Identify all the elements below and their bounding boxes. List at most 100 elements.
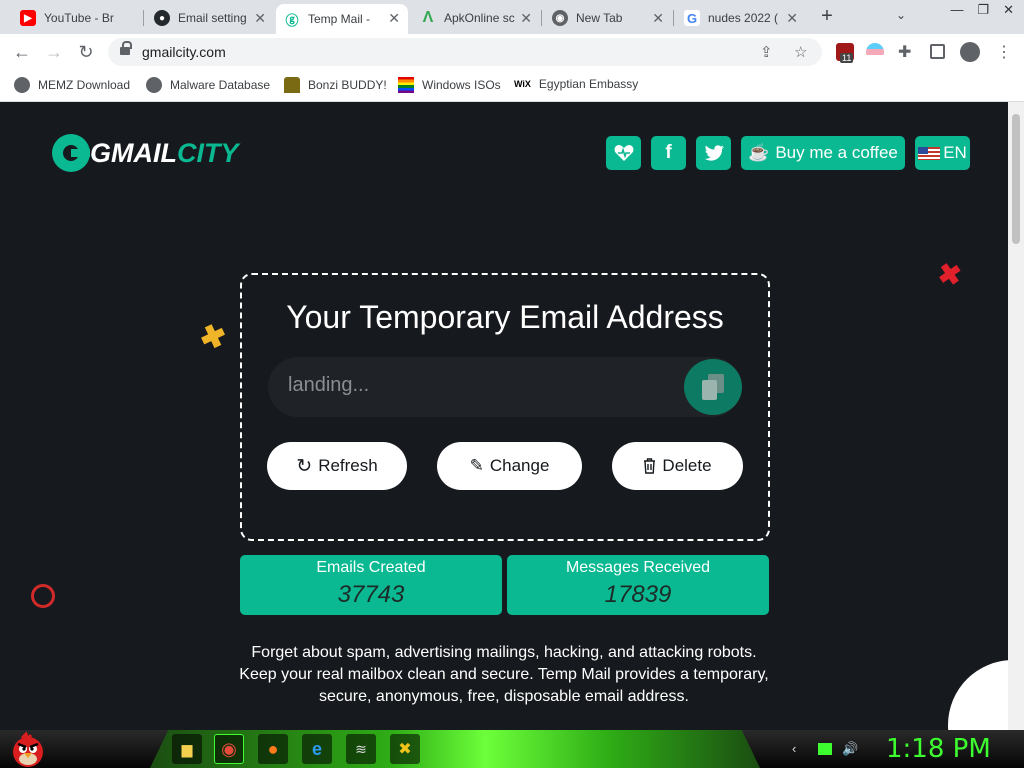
- chrome-icon: ◉: [552, 10, 568, 26]
- refresh-button[interactable]: ↻ Refresh: [267, 442, 407, 490]
- kebab-menu-icon[interactable]: ⋮: [996, 42, 1012, 62]
- extension-flag-icon[interactable]: [866, 43, 884, 61]
- close-tab-icon[interactable]: ✕: [520, 10, 532, 26]
- tray-monitor-icon[interactable]: [818, 743, 832, 755]
- app-taskbar-icon[interactable]: ≋: [346, 734, 376, 764]
- extension-ublock-icon[interactable]: 11: [836, 43, 854, 63]
- address-bar[interactable]: gmailcity.com ⇪ ☆: [108, 38, 822, 66]
- close-tab-icon[interactable]: ✕: [254, 10, 266, 26]
- red-cross-decoration: ✖: [935, 257, 964, 292]
- share-icon[interactable]: ⇪: [760, 43, 773, 61]
- bookmark-label: Malware Database: [170, 78, 271, 92]
- bookmark-malware-db[interactable]: Malware Database: [146, 77, 270, 93]
- close-tab-icon[interactable]: ✕: [388, 10, 400, 26]
- extensions-puzzle-icon[interactable]: ✚: [898, 42, 911, 62]
- stat-value: 37743: [337, 581, 405, 608]
- side-panel-icon[interactable]: [930, 44, 945, 59]
- profile-avatar-icon[interactable]: [960, 42, 980, 62]
- bookmark-label: MEMZ Download: [38, 78, 131, 92]
- reload-icon[interactable]: ↻: [74, 40, 98, 64]
- heart-icon: [614, 145, 633, 161]
- url-text[interactable]: gmailcity.com: [142, 44, 226, 60]
- buy-me-a-coffee-label: Buy me a coffee: [775, 143, 898, 162]
- bookmark-star-icon[interactable]: ☆: [794, 43, 807, 61]
- logo-g-icon: [52, 134, 90, 172]
- messages-received-stat: Messages Received 17839: [507, 555, 769, 615]
- start-button[interactable]: [8, 730, 48, 768]
- stat-value: 17839: [604, 581, 672, 608]
- tab-google-search[interactable]: G nudes 2022 ( ✕: [676, 4, 806, 32]
- chrome-taskbar-icon[interactable]: ◉: [214, 734, 244, 764]
- new-tab-button[interactable]: +: [816, 6, 838, 28]
- page-scrollbar[interactable]: [1008, 102, 1024, 730]
- tab-separator: [673, 10, 674, 26]
- change-button[interactable]: ✎ Change: [437, 442, 582, 490]
- tab-youtube[interactable]: ▶ YouTube - Br: [12, 4, 142, 32]
- pencil-icon: ✎: [469, 456, 484, 475]
- page-corner-decoration: [948, 660, 1008, 730]
- bookmark-windows-isos[interactable]: Windows ISOs: [398, 77, 501, 93]
- us-flag-icon: [918, 146, 941, 160]
- xbox-taskbar-icon[interactable]: ✖: [390, 734, 420, 764]
- gmailcity-icon: ⓖ: [284, 11, 300, 28]
- close-tab-icon[interactable]: ✕: [652, 10, 664, 26]
- twitter-icon: [704, 145, 724, 161]
- angry-bird-icon: [13, 731, 43, 767]
- delete-button[interactable]: Delete: [612, 442, 743, 490]
- apkonline-icon: Λ: [422, 9, 434, 26]
- bookmark-egyptian-embassy[interactable]: WiX Egyptian Embassy: [514, 77, 638, 91]
- google-icon: G: [684, 10, 700, 26]
- window-controls: — ❐ ✕: [950, 2, 1014, 18]
- logo-text-main: GMAIL: [90, 137, 177, 168]
- bookmarks-bar: MEMZ Download Malware Database Bonzi BUD…: [0, 70, 1024, 102]
- copy-email-button[interactable]: [684, 359, 742, 415]
- scrollbar-thumb[interactable]: [1012, 114, 1020, 244]
- minimize-icon[interactable]: —: [950, 2, 963, 18]
- twitter-button[interactable]: [696, 136, 731, 170]
- volume-icon[interactable]: 🔊: [842, 741, 858, 757]
- web-page: GMAILCITY f ☕ Buy me a coffee EN ✖ ✖ You…: [0, 102, 1008, 730]
- tab-search-chevron-icon[interactable]: ⌄: [896, 8, 906, 22]
- tab-title: New Tab: [576, 11, 623, 25]
- donate-heart-button[interactable]: [606, 136, 641, 170]
- change-label: Change: [489, 456, 550, 475]
- taskbar: ▆ ◉ ● e ≋ ✖ ‹ 🔊 1:18 PM: [0, 730, 1024, 768]
- temp-email-field[interactable]: landing...: [268, 357, 742, 417]
- tab-temp-mail[interactable]: ⓖ Temp Mail - ✕: [276, 4, 408, 34]
- tab-strip: ▶ YouTube - Br ● Email setting ✕ ⓖ Temp …: [0, 0, 1024, 34]
- buy-me-a-coffee-button[interactable]: ☕ Buy me a coffee: [741, 136, 905, 170]
- trash-icon: [644, 458, 656, 474]
- firefox-taskbar-icon[interactable]: ●: [258, 734, 288, 764]
- tab-title: ApkOnline sc: [444, 11, 515, 25]
- extension-badge: 11: [840, 53, 854, 63]
- bookmark-bonzi[interactable]: Bonzi BUDDY!: [284, 77, 387, 93]
- language-selector[interactable]: EN: [915, 136, 970, 170]
- back-arrow-icon[interactable]: ←: [10, 40, 34, 64]
- tab-apkonline[interactable]: Λ ApkOnline sc ✕: [412, 4, 540, 32]
- site-description: Forget about spam, advertising mailings,…: [239, 644, 769, 705]
- restore-icon[interactable]: ❐: [977, 2, 989, 18]
- tab-email-settings[interactable]: ● Email setting ✕: [146, 4, 274, 32]
- copy-icon: [702, 374, 724, 400]
- lock-icon[interactable]: [120, 41, 132, 57]
- bookmark-memz[interactable]: MEMZ Download: [14, 77, 130, 93]
- tray-chevron-icon[interactable]: ‹: [792, 741, 796, 756]
- stat-label: Messages Received: [565, 559, 711, 576]
- internet-explorer-taskbar-icon[interactable]: e: [302, 734, 332, 764]
- tab-title: Temp Mail -: [308, 12, 371, 26]
- close-window-icon[interactable]: ✕: [1003, 2, 1014, 18]
- github-icon: ●: [154, 10, 170, 26]
- facebook-button[interactable]: f: [651, 136, 686, 170]
- tab-separator: [143, 10, 144, 26]
- forward-arrow-icon[interactable]: →: [42, 40, 66, 64]
- file-explorer-taskbar-icon[interactable]: ▆: [172, 734, 202, 764]
- tab-new-tab[interactable]: ◉ New Tab ✕: [544, 4, 672, 32]
- delete-label: Delete: [662, 456, 712, 475]
- language-label: EN: [943, 143, 967, 162]
- close-tab-icon[interactable]: ✕: [786, 10, 798, 26]
- stat-label: Emails Created: [316, 559, 426, 576]
- globe-icon: [146, 77, 162, 93]
- site-logo[interactable]: GMAILCITY: [52, 134, 239, 172]
- taskbar-clock[interactable]: 1:18 PM: [886, 734, 991, 764]
- temp-email-value: landing...: [288, 374, 370, 396]
